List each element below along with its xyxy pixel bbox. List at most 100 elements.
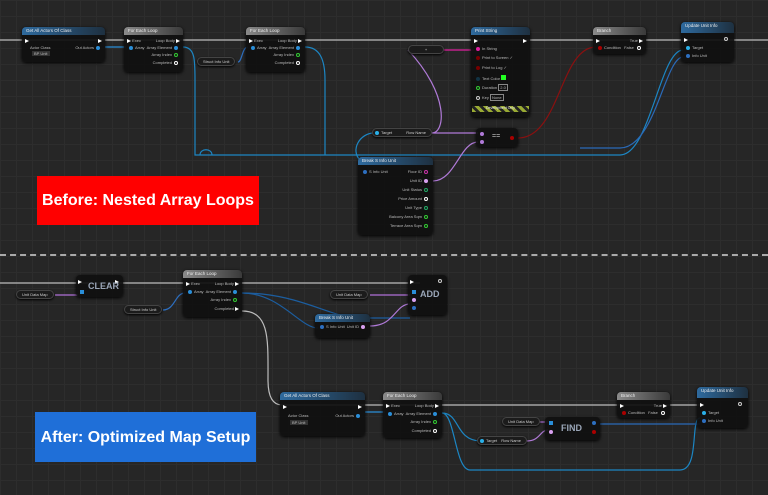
node-title: For Each Loop bbox=[246, 27, 305, 35]
pin-label: Loop Body bbox=[214, 281, 234, 286]
branch-node[interactable]: Branch Condition True False bbox=[593, 27, 646, 54]
get-row-name-node[interactable]: Target Row Name bbox=[477, 436, 527, 445]
section-divider bbox=[0, 254, 768, 256]
pin-label: Array Element bbox=[146, 45, 172, 50]
add-map-node[interactable]: ADD bbox=[408, 275, 447, 315]
pin-label: Exec bbox=[391, 403, 401, 408]
pin-label: False bbox=[624, 45, 634, 50]
pin-label: Array Element bbox=[205, 289, 231, 294]
exec-in-pin[interactable] bbox=[25, 38, 29, 43]
pin-label: S Info Unit bbox=[369, 169, 388, 174]
pin-label: Unit ID bbox=[346, 324, 359, 329]
pin-label: Completed bbox=[274, 60, 294, 65]
pin-label: Duration bbox=[482, 85, 498, 90]
out-actors-pin[interactable] bbox=[96, 45, 100, 50]
pin-label: Out Actors bbox=[335, 413, 354, 418]
pin-label: Text Color bbox=[482, 76, 501, 81]
pin-label: Array Index bbox=[410, 419, 431, 424]
print-to-log-checkbox[interactable]: Print to Log bbox=[482, 65, 502, 70]
actor-class-dropdown[interactable]: BP Unit bbox=[290, 420, 308, 425]
node-title: Get All Actors Of Class bbox=[280, 392, 365, 400]
node-title: Branch bbox=[593, 27, 646, 35]
update-unit-info-node[interactable]: Update Unit Info Target Info Unit bbox=[681, 22, 734, 62]
pin-label: S Info Unit bbox=[326, 324, 345, 329]
for-each-loop-node[interactable]: For Each Loop Exec Array Loop Body Array… bbox=[124, 27, 183, 72]
update-unit-info-node[interactable]: Update Unit Info Target Info Unit bbox=[697, 387, 748, 428]
break-struct-node[interactable]: Break S Info Unit S Info Unit Unit ID bbox=[315, 314, 370, 338]
pin-label: Array Element bbox=[268, 45, 294, 50]
unit-data-map-variable[interactable]: Unit Data Map bbox=[502, 417, 540, 426]
pin-label: Condition bbox=[604, 45, 621, 50]
pin-label: Exec bbox=[132, 38, 142, 43]
pin-label: Info Unit bbox=[692, 53, 707, 58]
pin-label: Array Index bbox=[210, 297, 231, 302]
pin-label: Balcony Area Sqm bbox=[389, 214, 422, 219]
data-wire bbox=[355, 132, 375, 161]
append-node[interactable]: + bbox=[408, 45, 444, 54]
exec-out-pin[interactable] bbox=[98, 38, 102, 43]
pin-label: Actor Class bbox=[30, 45, 51, 50]
for-each-loop-node[interactable]: For Each Loop Exec Array Loop Body Array… bbox=[183, 270, 242, 317]
data-wire bbox=[162, 292, 186, 311]
node-title: For Each Loop bbox=[383, 392, 442, 400]
pin-label: Target bbox=[708, 410, 720, 415]
pin-label: Array bbox=[394, 411, 404, 416]
pin-label: Floor ID bbox=[407, 169, 422, 174]
before-label: Before: Nested Array Loops bbox=[37, 176, 259, 225]
pin-label: Key bbox=[482, 95, 489, 100]
pin-label: Array bbox=[194, 289, 204, 294]
pin-label: Array bbox=[135, 45, 145, 50]
node-title: Break S Info Unit bbox=[358, 157, 433, 165]
struct-info-unit-variable[interactable]: Struct Info Unit bbox=[124, 305, 163, 314]
pin-label: Price Amount bbox=[398, 196, 422, 201]
name-wire bbox=[432, 141, 479, 182]
data-wire bbox=[304, 46, 326, 155]
clear-label: CLEAR bbox=[88, 281, 119, 291]
pin-label: Target bbox=[486, 438, 498, 443]
unit-data-map-variable[interactable]: Unit Data Map bbox=[16, 290, 54, 299]
pin-label: Unit ID bbox=[409, 178, 422, 183]
node-title: Get All Actors Of Class bbox=[22, 27, 105, 35]
pin-label: Terrace Area Sqm bbox=[389, 223, 422, 228]
struct-info-unit-variable[interactable]: Struct Info Unit bbox=[197, 57, 236, 66]
clear-map-node[interactable]: CLEAR bbox=[76, 275, 123, 297]
pin-label: Loop Body bbox=[155, 38, 175, 43]
print-to-screen-checkbox[interactable]: Print to Screen bbox=[482, 55, 508, 60]
actor-class-dropdown[interactable]: BP Unit bbox=[32, 51, 50, 56]
node-title: Update Unit Info bbox=[681, 22, 734, 33]
pin-label: Unit Status bbox=[402, 187, 422, 192]
pin-label: Array bbox=[257, 45, 267, 50]
for-each-loop-node[interactable]: For Each Loop Exec Array Loop Body Array… bbox=[383, 392, 442, 438]
key-input[interactable]: None bbox=[490, 94, 504, 101]
branch-node[interactable]: Branch Condition True False bbox=[617, 392, 670, 418]
pin-label: Out Actors bbox=[75, 45, 94, 50]
find-map-node[interactable]: FIND bbox=[545, 417, 600, 440]
text-color-swatch[interactable] bbox=[501, 75, 507, 80]
for-each-loop-node[interactable]: For Each Loop Exec Array Loop Body Array… bbox=[246, 27, 305, 72]
pin-label: Unit Type bbox=[405, 205, 422, 210]
pin-label: Row Name bbox=[501, 438, 521, 443]
node-title: Branch bbox=[617, 392, 670, 400]
break-struct-node[interactable]: Break S Info Unit S Info Unit Floor ID U… bbox=[358, 157, 433, 235]
pin-label: Loop Body bbox=[277, 38, 297, 43]
after-label: After: Optimized Map Setup bbox=[35, 412, 256, 462]
data-wire bbox=[580, 56, 684, 149]
duration-input[interactable]: 2.0 bbox=[498, 84, 508, 91]
node-title: For Each Loop bbox=[124, 27, 183, 35]
pin-label: Completed bbox=[152, 60, 172, 65]
get-all-actors-node[interactable]: Get All Actors Of Class Actor Class BP U… bbox=[22, 27, 105, 62]
unit-data-map-variable[interactable]: Unit Data Map bbox=[330, 290, 368, 299]
pin-label: Exec bbox=[254, 38, 264, 43]
pin-label: Array Index bbox=[151, 52, 172, 57]
equals-node[interactable]: == bbox=[476, 128, 518, 147]
pin-label: Actor Class bbox=[288, 413, 309, 418]
pin-label: Target bbox=[381, 130, 393, 135]
data-wire bbox=[241, 292, 319, 329]
pin-label: Completed bbox=[214, 306, 234, 311]
get-row-name-node[interactable]: Target Row Name bbox=[372, 128, 432, 137]
print-string-node[interactable]: Print String In String Print to Screen ✓… bbox=[471, 27, 530, 117]
find-label: FIND bbox=[561, 423, 582, 433]
pin-label: Row Name bbox=[406, 130, 426, 135]
get-all-actors-node[interactable]: Get All Actors Of Class Actor Class BP U… bbox=[280, 392, 365, 436]
node-title: Break S Info Unit bbox=[315, 314, 370, 322]
